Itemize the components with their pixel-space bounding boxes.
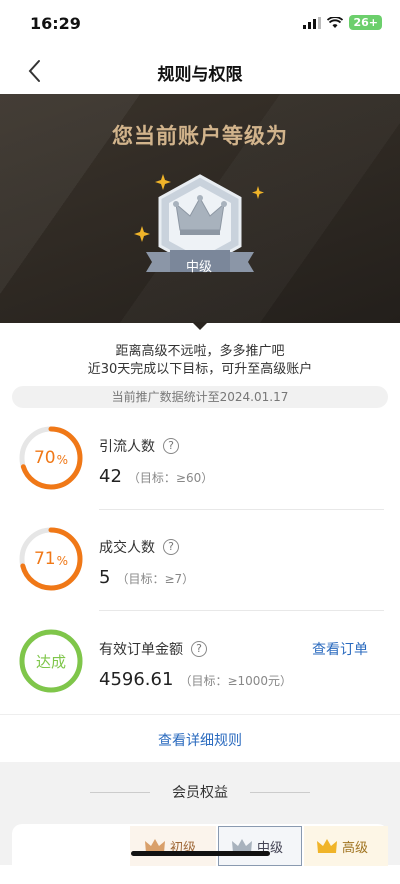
metric-row-deals: 71% 成交人数 ? 5 （目标：≥7） xyxy=(0,511,400,611)
metric-title: 引流人数 ? xyxy=(99,436,179,456)
divider xyxy=(250,792,310,793)
divider xyxy=(99,610,384,611)
progress-label: 达成 xyxy=(35,652,66,671)
tier-basic[interactable]: 初级 xyxy=(130,826,216,866)
view-rules-link[interactable]: 查看详细规则 xyxy=(0,730,400,750)
battery-indicator: 26+ xyxy=(349,15,382,30)
page-title: 规则与权限 xyxy=(157,65,243,85)
help-icon[interactable]: ? xyxy=(163,438,179,454)
metric-target: （目标：≥7） xyxy=(116,572,195,586)
help-icon[interactable]: ? xyxy=(191,641,207,657)
view-orders-link[interactable]: 查看订单 xyxy=(312,639,368,659)
metric-value: 5 （目标：≥7） xyxy=(99,567,195,588)
benefits-title: 会员权益 xyxy=(172,785,228,801)
metric-target: （目标：≥60） xyxy=(127,471,214,485)
divider xyxy=(99,509,384,510)
progress-label: 71% xyxy=(33,549,69,569)
metric-row-order-amount: 达成 有效订单金额 ? 查看订单 4596.61 （目标：≥1000元） xyxy=(0,613,400,713)
progress-label: 70% xyxy=(33,448,69,468)
nav-bar: 规则与权限 xyxy=(0,48,400,94)
metric-row-traffic: 70% 引流人数 ? 42 （目标：≥60） xyxy=(0,410,400,510)
divider xyxy=(0,714,400,715)
metric-value: 4596.61 （目标：≥1000元） xyxy=(99,669,293,690)
wifi-icon xyxy=(327,16,344,28)
status-time: 16:29 xyxy=(30,14,81,33)
help-icon[interactable]: ? xyxy=(163,539,179,555)
hint-line-1: 距离高级不远啦，多多推广吧 xyxy=(115,344,285,359)
level-hero: 您当前账户等级为 中级 xyxy=(0,94,400,323)
metric-target: （目标：≥1000元） xyxy=(179,674,293,688)
tier-high[interactable]: 高级 xyxy=(304,826,388,866)
metric-value: 42 （目标：≥60） xyxy=(99,466,214,487)
home-indicator xyxy=(131,851,270,856)
member-benefits: 会员权益 初级 中级 高级 xyxy=(0,762,400,884)
hero-heading: 您当前账户等级为 xyxy=(112,124,288,148)
status-icons: 26+ xyxy=(303,15,382,30)
status-bar: 16:29 26+ xyxy=(0,0,400,48)
hero-pointer xyxy=(192,322,208,330)
level-label: 中级 xyxy=(185,260,212,275)
metric-title: 成交人数 ? xyxy=(99,537,179,557)
stat-date-bar: 当前推广数据统计至2024.01.17 xyxy=(12,386,388,408)
metric-title: 有效订单金额 ? xyxy=(99,639,207,659)
signal-icon xyxy=(303,16,322,29)
hint-line-2: 近30天完成以下目标，可升至高级账户 xyxy=(87,362,313,377)
tier-mid[interactable]: 中级 xyxy=(218,826,302,866)
crown-icon xyxy=(317,839,337,853)
